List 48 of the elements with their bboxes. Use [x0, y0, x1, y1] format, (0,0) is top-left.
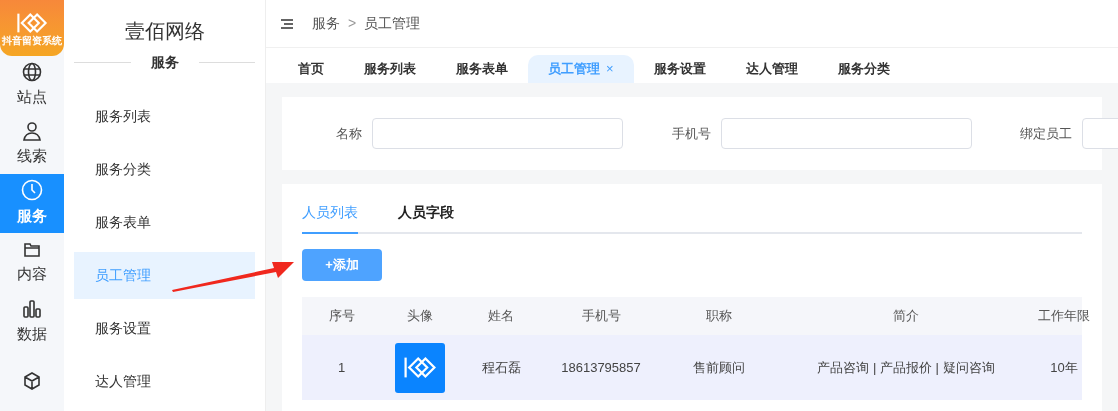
- filter-label: 名称: [335, 124, 362, 143]
- rail-item[interactable]: 内容: [0, 233, 64, 293]
- table-cell-text: 售前顾问: [692, 358, 746, 377]
- table-cell-text: 10年: [1049, 358, 1079, 377]
- column-header: 工作年限: [1037, 307, 1091, 326]
- table-cell-text: 1: [336, 358, 347, 377]
- page-tab[interactable]: 服务分类: [817, 55, 910, 83]
- page-tab[interactable]: 首页: [278, 55, 344, 83]
- menu-icon[interactable]: [280, 17, 294, 30]
- breadcrumb-item: >: [348, 14, 357, 33]
- table-cell-text: 产品咨询 | 产品报价 | 疑问咨询: [816, 358, 996, 377]
- sidebar-title: 壹佰网络: [123, 19, 206, 44]
- sidebar-section: 服务: [150, 52, 179, 73]
- page-tab[interactable]: 服务表单: [436, 55, 528, 83]
- filter-label: 手机号: [671, 124, 711, 143]
- cube-icon: [23, 372, 41, 391]
- page-tab[interactable]: 达人管理: [725, 55, 818, 83]
- sidebar-item[interactable]: 服务设置: [74, 305, 255, 352]
- rail-item[interactable]: 数据: [0, 292, 64, 352]
- clock-icon: [21, 179, 43, 202]
- logo-caption: 抖音留资系统: [2, 35, 62, 46]
- column-header: 职称: [705, 307, 733, 326]
- column-header: 姓名: [487, 307, 515, 326]
- page-tab[interactable]: 服务列表: [344, 55, 436, 83]
- column-header: 手机号: [580, 307, 622, 326]
- filter-input[interactable]: [721, 118, 972, 149]
- bar-chart-icon: [22, 298, 42, 319]
- filter-input[interactable]: [372, 118, 623, 149]
- sidebar-item[interactable]: 服务表单: [74, 199, 255, 246]
- sidebar-item[interactable]: 服务列表: [74, 93, 255, 140]
- rail-item[interactable]: 线索: [0, 114, 64, 175]
- rail-item[interactable]: 站点: [0, 55, 64, 115]
- content-tab[interactable]: 人员字段: [398, 202, 454, 234]
- folder-icon: [23, 240, 41, 259]
- filter-label: 绑定员工: [1020, 124, 1072, 143]
- sidebar-item[interactable]: 达人管理: [74, 358, 255, 405]
- page-tab[interactable]: 服务设置: [633, 55, 726, 83]
- table-cell-text: 程石磊: [480, 358, 522, 377]
- globe-icon: [22, 61, 42, 82]
- sidebar-item[interactable]: 服务分类: [74, 146, 255, 193]
- user-icon: [22, 121, 42, 142]
- logo-icon: [402, 354, 438, 381]
- column-header: 序号: [327, 307, 356, 326]
- table-cell-text: 18613795857: [560, 358, 642, 377]
- column-header: 简介: [892, 307, 920, 326]
- column-header: 头像: [406, 307, 434, 326]
- breadcrumb-item[interactable]: 服务: [312, 13, 340, 34]
- breadcrumb-item[interactable]: 员工管理: [364, 13, 421, 34]
